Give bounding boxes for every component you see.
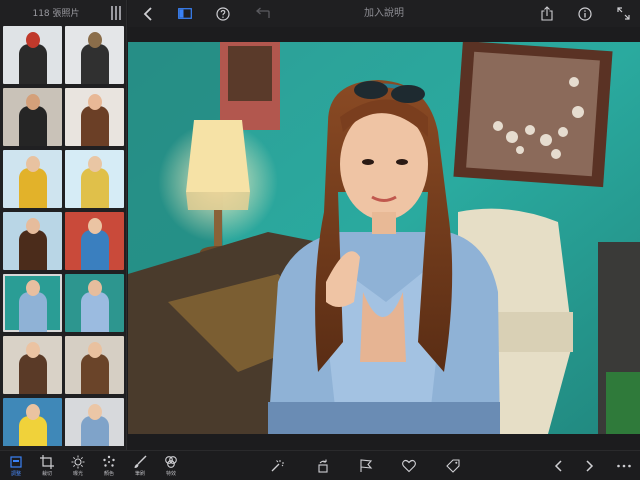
sidebar-view-icon: [178, 8, 192, 19]
thumbnail-face: [88, 218, 102, 234]
photo-thumbnail[interactable]: [65, 398, 124, 446]
photo-sidebar: 118 張照片: [0, 0, 127, 450]
info-icon: [578, 6, 592, 21]
sidebar-view-button[interactable]: [176, 4, 194, 23]
tool-label: 調整: [10, 471, 21, 477]
effects-icon: [165, 456, 177, 468]
photo-thumbnail[interactable]: [65, 274, 124, 332]
thumbnail-face: [26, 280, 40, 296]
fullscreen-button[interactable]: [614, 4, 632, 23]
adjust-icon: [10, 456, 22, 468]
thumbnail-face: [88, 280, 102, 296]
share-button[interactable]: [538, 4, 556, 23]
thumbnail-subject: [81, 44, 109, 84]
tag-icon[interactable]: [446, 459, 460, 473]
photo-thumbnail[interactable]: [65, 212, 124, 270]
tool-effects[interactable]: 特效: [157, 455, 185, 480]
thumbnail-subject: [19, 292, 47, 332]
info-button[interactable]: [576, 4, 594, 23]
color-icon: [103, 455, 115, 467]
help-button[interactable]: [214, 4, 232, 23]
exposure-icon: [71, 455, 85, 469]
magic-wand-icon[interactable]: [270, 459, 284, 473]
photo-thumbnail[interactable]: [65, 88, 124, 146]
heart-icon[interactable]: [402, 459, 416, 473]
photo-thumbnail[interactable]: [3, 26, 62, 84]
bottom-toolbar: 調整 裁切 曝光 顏色 筆刷 特效: [0, 450, 640, 480]
sidebar-header: 118 張照片: [0, 0, 127, 26]
thumbnail-face: [26, 156, 40, 172]
thumbnail-grid: [3, 26, 124, 446]
tool-label: 特效: [165, 471, 176, 477]
thumbnail-subject: [19, 354, 47, 394]
tool-label: 裁切: [41, 471, 52, 477]
top-bar: 加入說明: [128, 0, 640, 27]
photo-thumbnail[interactable]: [3, 274, 62, 332]
thumbnail-face: [88, 404, 102, 420]
help-icon: [216, 6, 230, 21]
thumbnail-face: [26, 32, 40, 48]
thumbnail-subject: [19, 230, 47, 270]
photo-thumbnail[interactable]: [3, 150, 62, 208]
undo-icon: [255, 7, 270, 18]
thumbnail-subject: [19, 416, 47, 446]
thumbnail-subject: [81, 354, 109, 394]
photo-thumbnail[interactable]: [65, 150, 124, 208]
caption-title[interactable]: 加入說明: [128, 0, 640, 27]
thumbnail-face: [88, 342, 102, 358]
thumbnail-subject: [81, 168, 109, 208]
photo-thumbnail[interactable]: [3, 88, 62, 146]
thumbnail-face: [26, 94, 40, 110]
thumbnail-face: [88, 94, 102, 110]
photo-canvas: [128, 42, 640, 434]
chevron-left-icon: [143, 6, 152, 21]
photo-thumbnail[interactable]: [65, 26, 124, 84]
thumbnail-subject: [81, 292, 109, 332]
chevron-left-icon[interactable]: [552, 459, 566, 473]
thumbnail-face: [88, 32, 102, 48]
tool-label: 曝光: [72, 471, 83, 477]
thumbnail-face: [26, 342, 40, 358]
thumbnail-face: [88, 156, 102, 172]
tool-color[interactable]: 顏色: [95, 455, 123, 480]
thumbnail-subject: [19, 44, 47, 84]
thumbnail-face: [26, 218, 40, 234]
expand-icon: [616, 7, 630, 20]
back-button[interactable]: [140, 4, 156, 23]
thumbnail-subject: [81, 106, 109, 146]
crop-icon: [40, 455, 54, 469]
main-photo[interactable]: [128, 42, 640, 434]
tool-label: 顏色: [103, 471, 114, 477]
undo-button[interactable]: [253, 4, 271, 23]
photo-thumbnail[interactable]: [3, 336, 62, 394]
tool-brush[interactable]: 筆刷: [126, 455, 154, 480]
tool-adjust[interactable]: 調整: [2, 455, 30, 480]
sidebar-toggle-icon[interactable]: [111, 6, 121, 20]
thumbnail-face: [26, 404, 40, 420]
thumbnail-subject: [81, 416, 109, 446]
thumbnail-subject: [81, 230, 109, 270]
tool-exposure[interactable]: 曝光: [64, 455, 92, 480]
thumbnail-subject: [19, 168, 47, 208]
more-icon[interactable]: [616, 459, 632, 473]
flag-icon[interactable]: [359, 459, 373, 473]
tool-label: 筆刷: [134, 471, 145, 477]
brush-icon: [134, 455, 147, 468]
share-icon: [541, 6, 553, 21]
photo-count: 118 張照片: [32, 9, 80, 19]
thumbnail-subject: [19, 106, 47, 146]
chevron-right-icon[interactable]: [582, 459, 596, 473]
photo-thumbnail[interactable]: [65, 336, 124, 394]
tool-crop[interactable]: 裁切: [33, 455, 61, 480]
photo-thumbnail[interactable]: [3, 212, 62, 270]
rotate-icon[interactable]: [316, 459, 330, 473]
photo-thumbnail[interactable]: [3, 398, 62, 446]
